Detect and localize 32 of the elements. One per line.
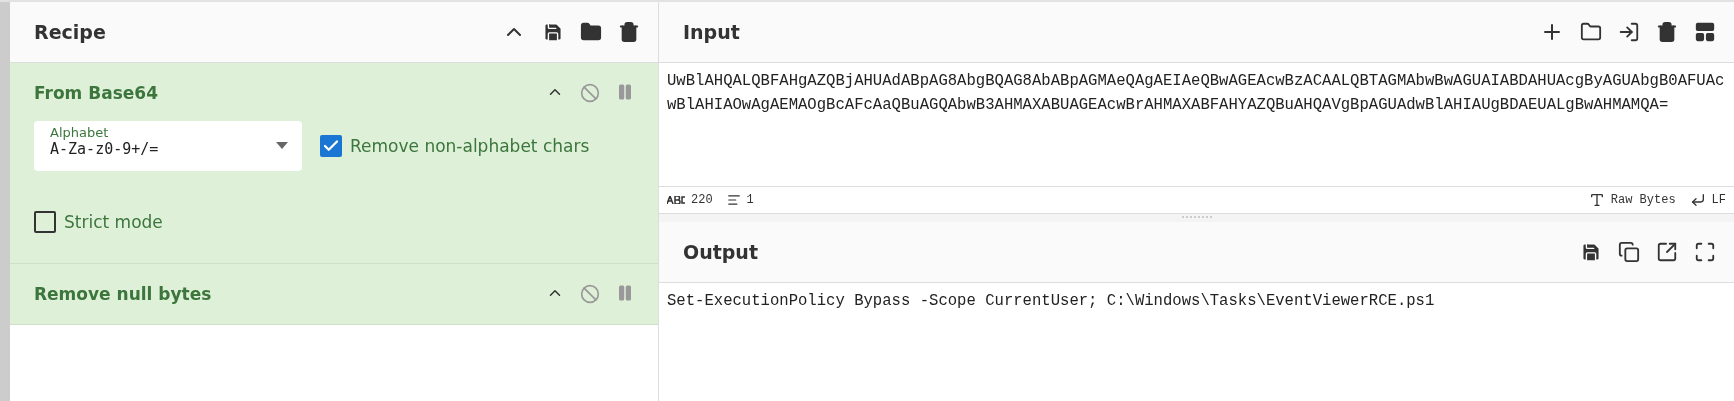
length-count: 220 <box>691 193 713 207</box>
export-icon[interactable] <box>1656 241 1678 263</box>
copy-icon[interactable] <box>1618 241 1640 263</box>
checkbox-label: Remove non-alphabet chars <box>350 136 590 156</box>
operation-title: Remove null bytes <box>34 284 213 304</box>
import-icon[interactable] <box>1618 21 1640 43</box>
checkbox-label: Strict mode <box>64 212 163 232</box>
return-icon <box>1689 192 1706 208</box>
input-text[interactable]: UwBlAHQALQBFAHgAZQBjAHUAdABpAG8AbgBQAG8AbABpAGMAeQAgAEIAeQBwAGEAcwBzACAALQBTAGMAbwBwAGUAIABDAHUAcgByAGUAbgB0AFUAcwBlAHIAOwAgAEMAOgBcAFcAaQBuAGQAbwB3AHMAXABUAGEAcwBrAHMAXABFAHYAZQBuAHQAVgBpAGUAdwBlAHIAUgBDAEUALgBwAHMAMQA= <box>659 63 1734 123</box>
operation-title: From Base64 <box>34 83 159 103</box>
checkbox[interactable] <box>34 211 56 233</box>
panel-title: Input <box>683 21 741 43</box>
panel-title: Recipe <box>34 21 107 43</box>
save-icon[interactable] <box>1580 241 1602 263</box>
text-icon <box>1588 192 1605 208</box>
layout-icon[interactable] <box>1694 21 1716 43</box>
caret-icon <box>276 142 288 149</box>
panel-title: Output <box>683 241 759 263</box>
delete-icon[interactable] <box>1656 21 1678 43</box>
folder-icon[interactable] <box>580 21 602 43</box>
encoding-label[interactable]: Raw Bytes <box>1610 193 1676 207</box>
delete-icon[interactable] <box>618 21 640 43</box>
length-icon <box>667 196 685 204</box>
maximize-icon[interactable] <box>1694 241 1716 263</box>
checkbox[interactable] <box>320 135 342 157</box>
line-count: 1 <box>746 193 754 207</box>
output-text: Set-ExecutionPolicy Bypass -Scope CurrentUser; C:\Windows\Tasks\EventViewerRCE.ps1 <box>666 291 1436 312</box>
folder-icon[interactable] <box>1580 21 1602 43</box>
save-icon[interactable] <box>542 21 564 43</box>
eol-label[interactable]: LF <box>1711 193 1726 207</box>
lines-icon <box>726 193 741 207</box>
alphabet-dropdown[interactable]: Alphabet A-Za-z0-9+/= <box>34 121 302 171</box>
